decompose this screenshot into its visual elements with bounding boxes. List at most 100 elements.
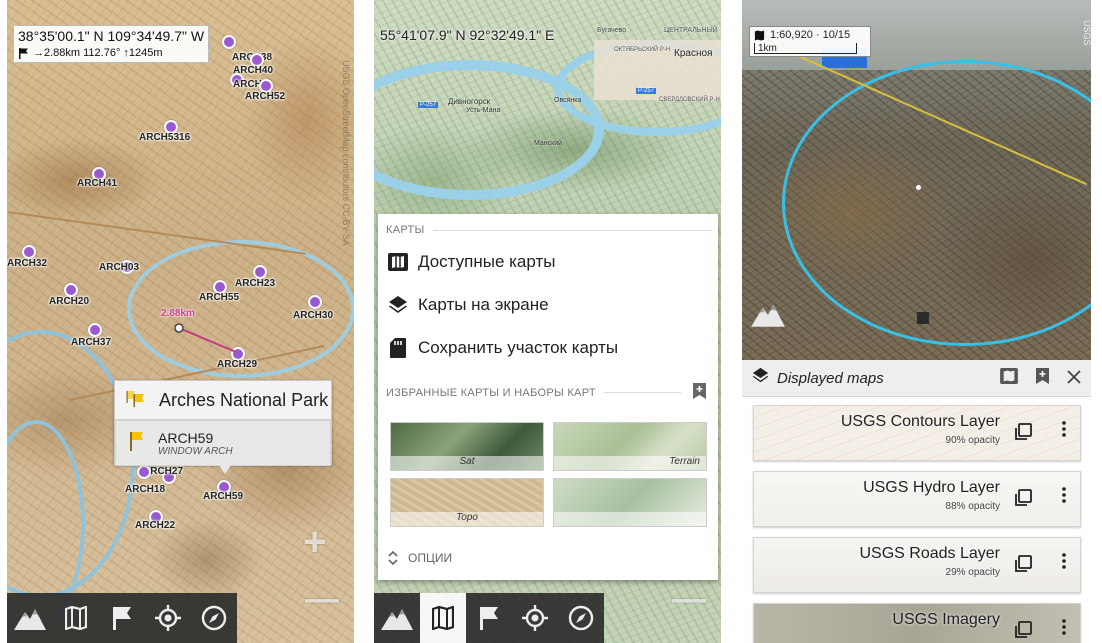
menu-item-save-map-area[interactable]: Сохранить участок карты [378,326,718,369]
map-place-label: P-257 [418,102,439,108]
map-place-label: P-257 [636,88,657,94]
layers-icon [388,295,408,315]
zoom-out-button[interactable]: — [305,580,339,619]
layers-icon [752,367,769,389]
menu-item-displayed-maps[interactable]: Карты на экране [378,283,718,326]
locate-button[interactable] [145,593,191,643]
map-place-label: ОКТЯБРЬСКИЙ Р-Н [614,47,671,53]
bookmark-button[interactable] [1036,367,1049,389]
layer-card[interactable]: USGS Contours Layer 90% opacity [753,405,1081,461]
map-place-label: Усть-Мана [466,107,501,114]
maps-button[interactable] [420,593,466,643]
bottom-toolbar [374,593,604,643]
crosshair-icon [522,605,548,631]
popup-item-arch59[interactable]: ARCH59 WINDOW ARCH [115,420,331,466]
favorite-map-set[interactable] [553,478,707,527]
crosshair-icon [155,605,181,631]
copy-icon [1015,423,1032,440]
options-button[interactable]: ОПЦИИ [388,550,452,566]
copy-icon [1015,621,1032,638]
map-icon [432,606,454,630]
poi-marker [917,312,929,324]
section-favorites-title: ИЗБРАННЫЕ КАРТЫ И НАБОРЫ КАРТ [386,386,596,399]
map-panel-krasnoyarsk[interactable]: Красноя Дивногорск Овсянка Усть-Мана Манский… [374,0,721,643]
layers-mountain-button[interactable] [7,593,53,643]
map-view[interactable]: USGS 1:60,920 · 10/15 1km [742,0,1091,360]
favorite-terrain[interactable]: Terrain [553,422,707,471]
copy-icon [1015,489,1032,506]
mountain-icon [381,609,413,630]
section-maps-title: КАРТЫ [386,224,425,236]
favorite-topo[interactable]: Topo [390,478,544,527]
locate-button[interactable] [512,593,558,643]
map-place-label: ЦЕНТРАЛЬНЫЙ [664,27,718,34]
map-place-label: Бугачево [597,27,627,34]
maps-menu: КАРТЫ Доступные карты Карты на экране Со… [378,214,718,580]
map-panel-arches[interactable]: USGS OpenStreetMap contributors CC-BY-SA… [7,0,354,643]
popup-title: Arches National Park [159,389,329,410]
sd-card-icon [388,337,408,358]
popup-item-subtitle: WINDOW ARCH [158,445,233,457]
poi-popup[interactable]: Arches National Park ARCH59 WINDOW ARCH [114,380,332,466]
menu-item-label: Карты на экране [418,294,549,314]
duplicate-layer-button[interactable] [1014,621,1032,643]
mountain-icon [751,304,785,327]
add-bookmark-button[interactable] [693,383,706,402]
layer-card[interactable]: USGS Hydro Layer 88% opacity [753,471,1081,527]
menu-item-available-maps[interactable]: Доступные карты [378,240,718,283]
layer-menu-button[interactable] [1062,487,1066,508]
waypoint-flag-icon [128,431,144,456]
zoom-in-button[interactable]: + [303,520,326,565]
layer-card[interactable]: USGS Imagery [753,603,1081,643]
distance-label: 2.88km [161,308,195,319]
scale-box: 1:60,920 · 10/15 1km [749,26,871,57]
favorite-sat[interactable]: Sat [390,422,544,471]
layer-opacity: 90% opacity [945,435,1000,446]
zoom-out-button[interactable]: — [672,580,706,619]
copy-icon [1015,555,1032,572]
map-panel-overlay-layers[interactable]: USGS 1:60,920 · 10/15 1km Displayed maps… [742,0,1091,643]
duplicate-layer-button[interactable] [1014,423,1032,446]
layer-menu-button[interactable] [1062,421,1066,442]
map-place-label: Красноя [674,48,713,59]
close-icon [1067,369,1081,384]
more-vert-icon [1062,487,1066,503]
coordinates-text: 55°41'07.9" N 92°32'49.1" E [380,27,555,43]
layers-mountain-button[interactable] [750,300,786,333]
layer-menu-button[interactable] [1062,553,1066,574]
compass-button[interactable] [191,593,237,643]
popup-pointer [217,462,233,474]
route-line [174,323,237,353]
duplicate-layer-button[interactable] [1014,489,1032,512]
maps-button[interactable] [53,593,99,643]
divider [432,229,712,231]
waypoints-button[interactable] [99,593,145,643]
scale-bar-label: 1km [758,43,777,54]
layer-name: USGS Hydro Layer [863,479,1000,496]
duplicate-layer-button[interactable] [1014,555,1032,578]
attribution: USGS [1082,20,1091,46]
scale-text: 1:60,920 · 10/15 [770,29,851,41]
layer-opacity: 88% opacity [945,501,1000,512]
bookmark-add-icon [1036,367,1049,384]
waypoints-button[interactable] [466,593,512,643]
menu-item-label: Доступные карты [418,251,556,271]
popup-header[interactable]: Arches National Park [115,381,331,420]
popup-item-name: ARCH59 [158,429,214,446]
favorite-label: Topo [391,512,543,526]
section-maps-header: КАРТЫ [378,214,718,240]
maps-icon [1000,367,1018,384]
mountain-icon [14,609,46,630]
layer-opacity: 29% opacity [945,567,1000,578]
layer-menu-button[interactable] [1062,619,1066,640]
close-button[interactable] [1067,367,1081,390]
layer-card[interactable]: USGS Roads Layer 29% opacity [753,537,1081,593]
unfold-icon [388,550,398,566]
flag-icon [113,607,131,630]
compass-button[interactable] [558,593,604,643]
favorite-label [554,512,706,526]
layers-mountain-button[interactable] [374,593,420,643]
displayed-maps-header: Displayed maps [742,360,1091,397]
section-favorites-header: ИЗБРАННЫЕ КАРТЫ И НАБОРЫ КАРТ [378,369,718,406]
add-map-button[interactable] [1000,367,1018,389]
